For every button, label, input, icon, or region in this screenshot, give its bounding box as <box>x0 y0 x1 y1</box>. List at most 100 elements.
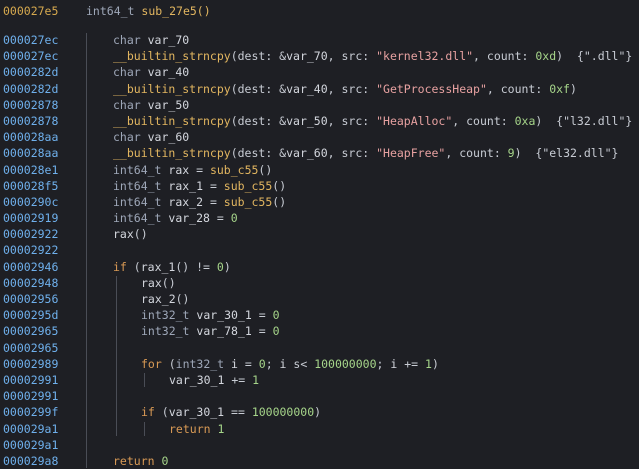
token-func[interactable]: __builtin_strncpy <box>113 146 231 160</box>
line-content: if (rax_1() != 0) <box>113 259 231 275</box>
token-var[interactable]: rax_2 <box>168 195 203 209</box>
line-address[interactable]: 00002991 <box>3 372 58 388</box>
code-line[interactable]: 00002919 int64_t var_28 = 0 <box>0 210 639 226</box>
token-num: 0xd <box>535 49 557 64</box>
code-line[interactable]: 000028e1 int64_t rax = sub_c55() <box>0 162 639 178</box>
token-var[interactable]: var_40 <box>286 82 328 96</box>
code-line[interactable]: 0000282d char var_40 <box>0 64 639 80</box>
token-punct: , src: <box>327 113 377 128</box>
line-address[interactable]: 00002948 <box>3 275 58 291</box>
line-address[interactable]: 000027ec <box>3 32 58 48</box>
line-address[interactable]: 0000295d <box>3 307 58 323</box>
token-func[interactable]: sub_c55 <box>224 179 272 193</box>
token-type: int32_t <box>141 308 197 323</box>
line-address[interactable]: 000029a8 <box>3 453 58 469</box>
line-address[interactable]: 00002922 <box>3 226 58 242</box>
code-line[interactable]: 00002965 int32_t var_78_1 = 0 <box>0 323 639 339</box>
code-line[interactable]: 000028f5 int64_t rax_1 = sub_c55() <box>0 178 639 194</box>
token-func[interactable]: __builtin_strncpy <box>113 49 231 63</box>
line-address[interactable]: 000028aa <box>3 129 58 145</box>
token-var[interactable]: rax_1 <box>168 179 203 193</box>
code-line[interactable]: 0000299f if (var_30_1 == 100000000) <box>0 404 639 420</box>
token-var[interactable]: var_28 <box>168 211 210 225</box>
token-func[interactable]: sub_c55 <box>224 195 272 209</box>
token-var[interactable]: rax <box>141 276 162 290</box>
token-punct: = <box>203 178 224 193</box>
line-address[interactable]: 00002919 <box>3 210 58 226</box>
line-address[interactable]: 0000290c <box>3 194 58 210</box>
token-var[interactable]: i <box>231 357 238 371</box>
code-line[interactable]: 00002956 rax_2() <box>0 291 639 307</box>
code-line[interactable]: 00002922 rax() <box>0 226 639 242</box>
code-line[interactable]: 000029a8 return 0 <box>0 453 639 469</box>
token-var[interactable]: rax_1 <box>141 260 176 274</box>
code-line[interactable]: 00002922 <box>0 242 639 258</box>
code-line[interactable]: 00002991 <box>0 388 639 404</box>
line-address[interactable]: 0000282d <box>3 64 58 80</box>
line-address[interactable]: 000028e1 <box>3 162 58 178</box>
line-address[interactable]: 00002946 <box>3 259 58 275</box>
line-address[interactable]: 00002878 <box>3 97 58 113</box>
token-var[interactable]: var_70 <box>148 33 190 47</box>
code-line[interactable]: 00002946 if (rax_1() != 0) <box>0 259 639 275</box>
line-content: int64_t rax = sub_c55() <box>113 162 272 178</box>
token-type: int64_t <box>113 194 169 209</box>
line-address[interactable]: 00002878 <box>3 113 58 129</box>
line-address[interactable]: 00002956 <box>3 291 58 307</box>
token-punct: () <box>272 178 287 193</box>
token-var[interactable]: var_30_1 <box>169 405 224 419</box>
token-var[interactable]: var_30_1 <box>196 308 251 322</box>
token-var[interactable]: var_78_1 <box>196 324 251 338</box>
token-punct: ) <box>535 113 557 128</box>
code-line[interactable]: 00002948 rax() <box>0 275 639 291</box>
signature-function-name[interactable]: sub_27e5() <box>141 4 210 18</box>
function-signature[interactable]: int64_t sub_27e5() <box>86 3 211 19</box>
token-var[interactable]: rax_2 <box>141 292 176 306</box>
token-num: 0 <box>258 356 266 371</box>
code-line[interactable]: 00002878 char var_50 <box>0 97 639 113</box>
code-line[interactable]: 000028aa char var_60 <box>0 129 639 145</box>
token-var[interactable]: var_30_1 <box>169 373 224 387</box>
token-var[interactable]: var_70 <box>286 49 328 63</box>
line-content: __builtin_strncpy(dest: &var_60, src: "H… <box>113 145 618 161</box>
function-address[interactable]: 000027e5 <box>3 3 58 19</box>
code-line[interactable]: 000029a1 <box>0 437 639 453</box>
token-punct: ( <box>126 259 141 274</box>
code-line[interactable]: 00002965 <box>0 340 639 356</box>
token-var[interactable]: rax <box>113 227 134 241</box>
token-func[interactable]: __builtin_strncpy <box>113 114 231 128</box>
token-func[interactable]: __builtin_strncpy <box>113 82 231 96</box>
token-kw: if <box>113 259 127 274</box>
line-address[interactable]: 00002965 <box>3 323 58 339</box>
line-address[interactable]: 0000282d <box>3 81 58 97</box>
token-var[interactable]: var_60 <box>148 130 190 144</box>
token-var[interactable]: var_40 <box>148 65 190 79</box>
token-var[interactable]: rax <box>168 163 189 177</box>
line-address[interactable]: 000028aa <box>3 145 58 161</box>
token-var[interactable]: var_50 <box>286 114 328 128</box>
code-line[interactable]: 000029a1 return 1 <box>0 421 639 437</box>
token-func[interactable]: sub_c55 <box>210 163 258 177</box>
line-address[interactable]: 00002922 <box>3 242 58 258</box>
code-line[interactable]: 000027ec char var_70 <box>0 32 639 48</box>
token-var[interactable]: var_50 <box>148 98 190 112</box>
line-address[interactable]: 00002965 <box>3 340 58 356</box>
decompiled-code-view[interactable]: 000027ec char var_70 000027ec __builtin_str… <box>0 32 639 469</box>
line-address[interactable]: 00002991 <box>3 388 58 404</box>
token-var[interactable]: var_60 <box>286 146 328 160</box>
line-address[interactable]: 000027ec <box>3 48 58 64</box>
code-line[interactable]: 0000282d __builtin_strncpy(dest: &var_40,… <box>0 81 639 97</box>
code-line[interactable]: 00002991 var_30_1 += 1 <box>0 372 639 388</box>
code-line[interactable]: 0000295d int32_t var_30_1 = 0 <box>0 307 639 323</box>
line-address[interactable]: 000029a1 <box>3 421 58 437</box>
code-line[interactable]: 000028aa __builtin_strncpy(dest: &var_60,… <box>0 145 639 161</box>
line-address[interactable]: 000028f5 <box>3 178 58 194</box>
token-num: 0xf <box>549 81 570 96</box>
code-line[interactable]: 00002989 for (int32_t i = 0; i s< 1000000… <box>0 356 639 372</box>
code-line[interactable]: 00002878 __builtin_strncpy(dest: &var_50,… <box>0 113 639 129</box>
line-address[interactable]: 0000299f <box>3 404 58 420</box>
code-line[interactable]: 000027ec __builtin_strncpy(dest: &var_70,… <box>0 48 639 64</box>
line-address[interactable]: 000029a1 <box>3 437 58 453</box>
line-address[interactable]: 00002989 <box>3 356 58 372</box>
code-line[interactable]: 0000290c int64_t rax_2 = sub_c55() <box>0 194 639 210</box>
